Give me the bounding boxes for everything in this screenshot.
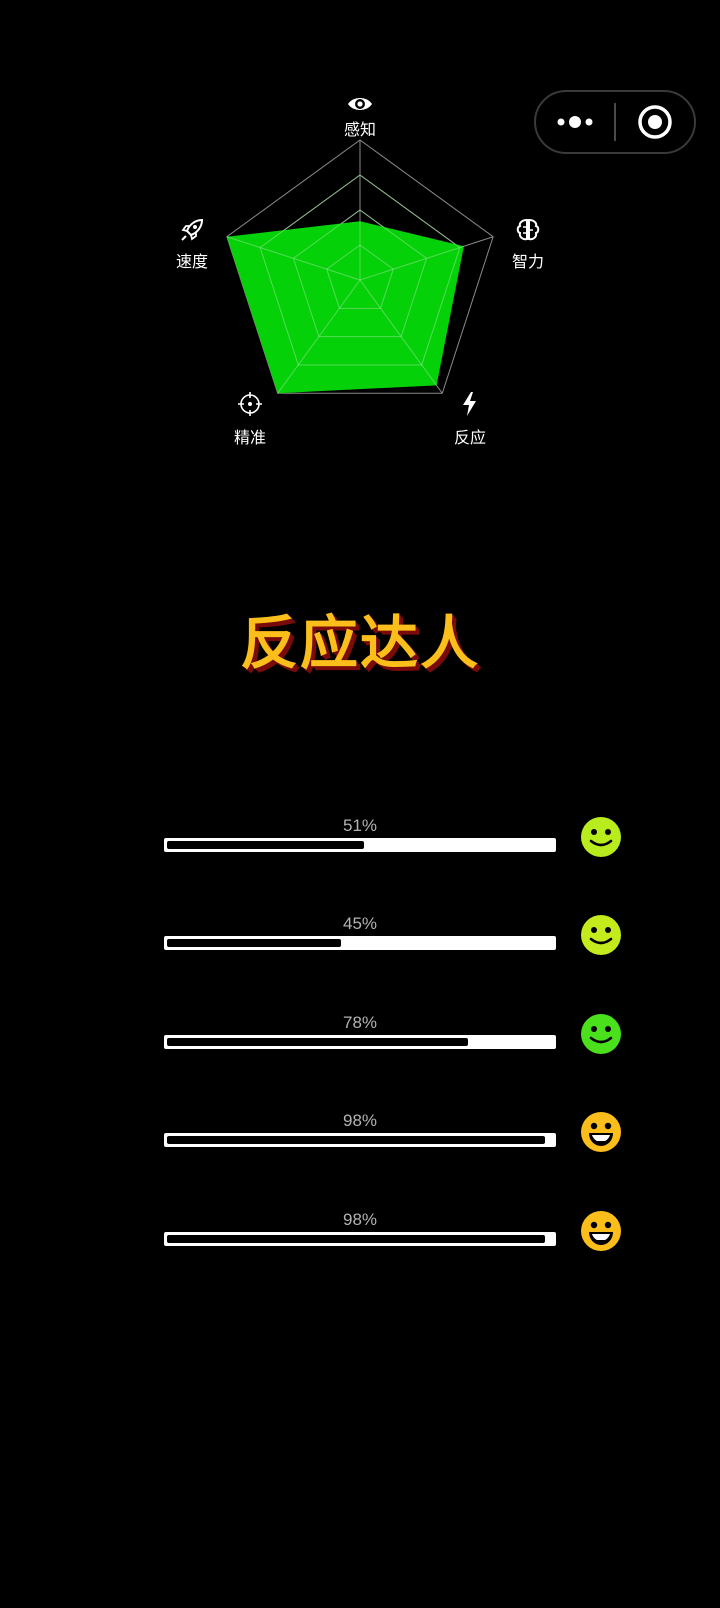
brain-icon bbox=[516, 218, 540, 241]
axis-label-perception: 感知 bbox=[343, 120, 376, 139]
stat-row: 98% bbox=[164, 1111, 624, 1171]
progress-fill bbox=[167, 939, 341, 947]
stat-row: 51% bbox=[164, 816, 624, 876]
stat-row: 78% bbox=[164, 1013, 624, 1073]
stat-percent: 45% bbox=[342, 914, 378, 933]
axis-label-speed: 速度 bbox=[175, 252, 208, 271]
stat-percent: 98% bbox=[342, 1111, 378, 1130]
progress-fill bbox=[167, 1136, 546, 1144]
axis-label-reaction: 反应 bbox=[453, 428, 486, 447]
progress-bar bbox=[164, 1232, 556, 1246]
progress-fill bbox=[167, 841, 364, 849]
eye-icon bbox=[348, 98, 372, 110]
axis-label-precision: 精准 bbox=[233, 428, 266, 447]
radar-chart: 感知 智力 反应 精准 速度 bbox=[0, 0, 720, 460]
rocket-icon bbox=[181, 218, 204, 241]
result-title: 反应达人 bbox=[239, 609, 480, 677]
progress-bar bbox=[164, 838, 556, 852]
progress-fill bbox=[167, 1235, 546, 1243]
stat-percent: 78% bbox=[342, 1013, 378, 1032]
progress-bar bbox=[164, 1035, 556, 1049]
smile-icon bbox=[581, 1014, 621, 1054]
stat-row: 45% bbox=[164, 914, 624, 974]
smile-icon bbox=[581, 817, 621, 857]
grin-icon bbox=[581, 1112, 621, 1152]
smile-icon bbox=[581, 915, 621, 955]
radar-data-area bbox=[226, 221, 464, 394]
progress-fill bbox=[167, 1038, 469, 1046]
grin-icon bbox=[581, 1211, 621, 1251]
stat-percent: 51% bbox=[342, 816, 378, 835]
radar-svg bbox=[226, 139, 494, 394]
axis-label-intelligence: 智力 bbox=[511, 252, 544, 271]
stat-percent: 98% bbox=[342, 1210, 378, 1229]
stat-row: 98% bbox=[164, 1210, 624, 1270]
lightning-icon bbox=[463, 392, 476, 416]
progress-bar bbox=[164, 936, 556, 950]
progress-bar bbox=[164, 1133, 556, 1147]
crosshair-icon bbox=[238, 392, 262, 416]
